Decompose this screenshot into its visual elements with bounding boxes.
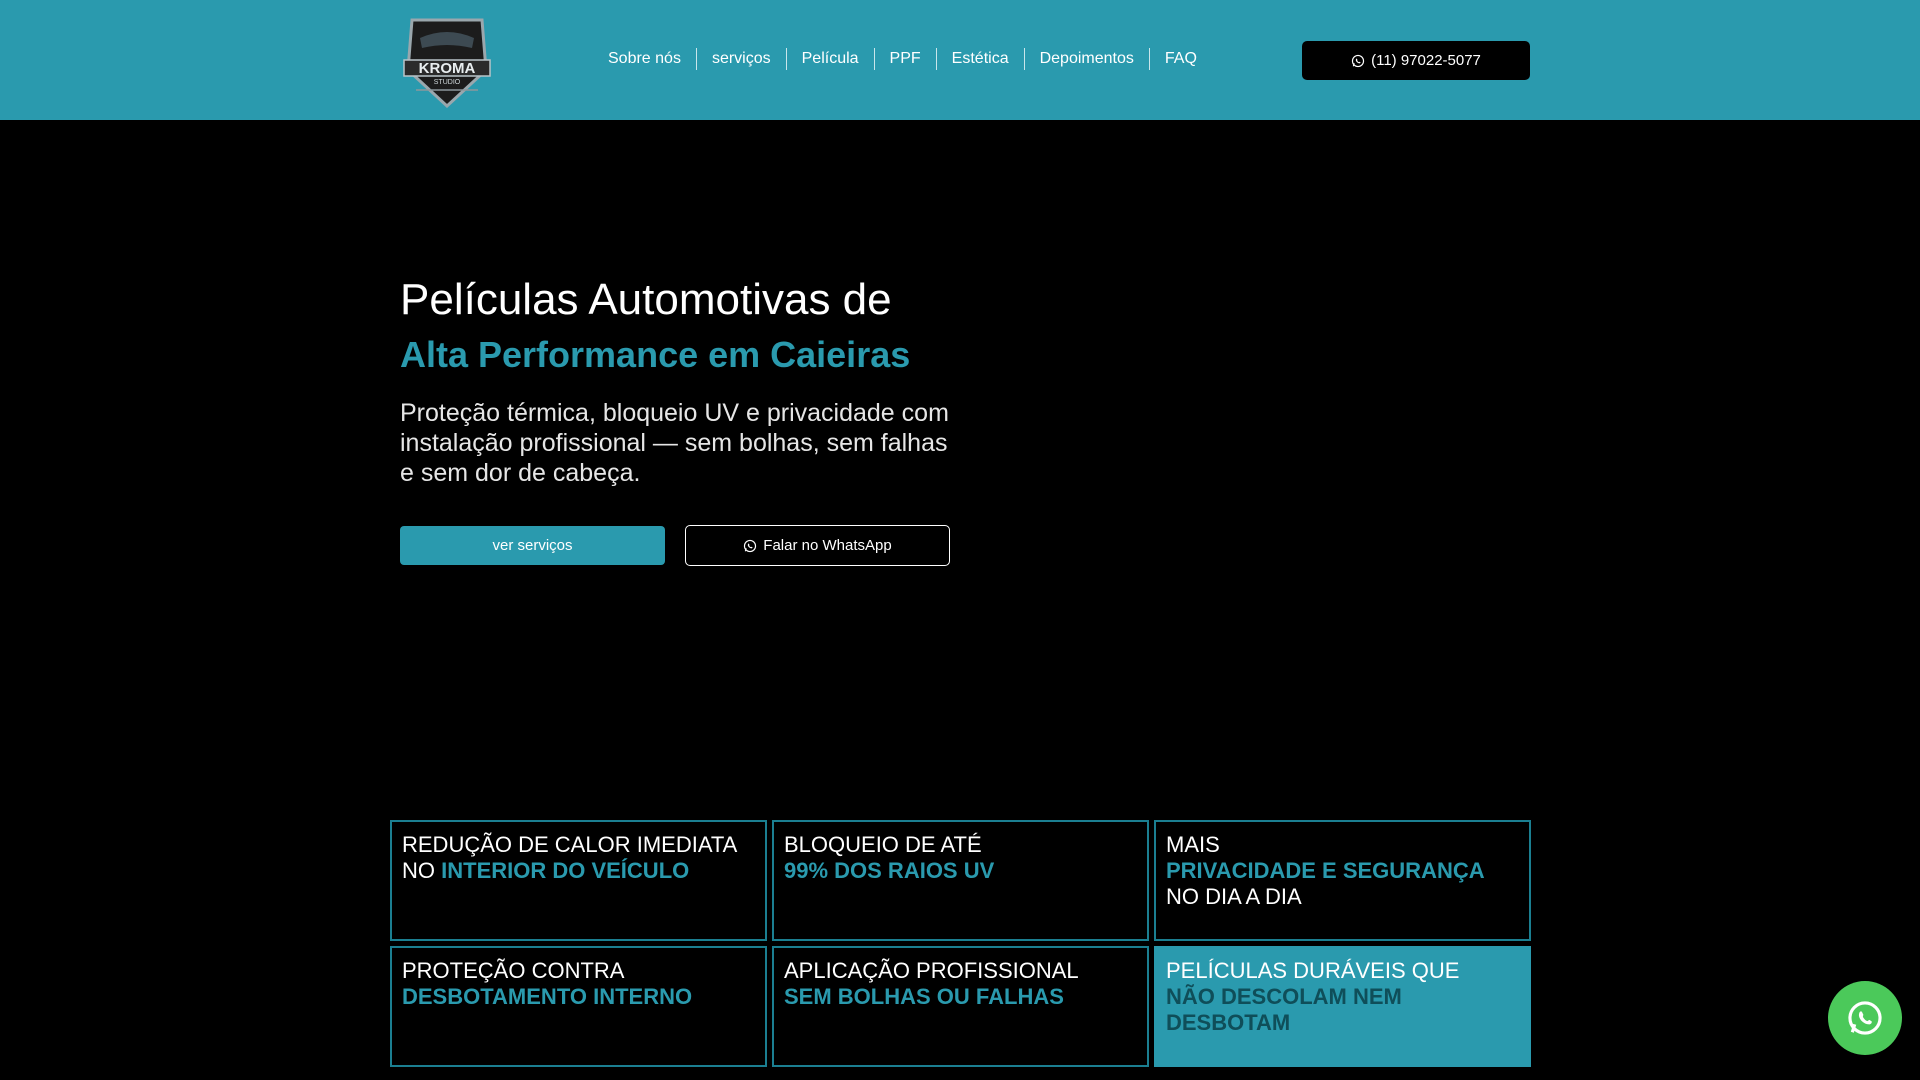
feature-highlight: 99% DOS RAIOS UV xyxy=(784,858,995,883)
feature-highlight: SEM BOLHAS OU FALHAS xyxy=(784,984,1064,1009)
logo-subtitle: STUDIO xyxy=(434,79,461,86)
hero-title-highlight: Alta Performance em Caieiras xyxy=(400,334,911,375)
whatsapp-cta-button[interactable]: Falar no WhatsApp xyxy=(685,525,950,566)
phone-number: (11) 97022-5077 xyxy=(1371,52,1481,69)
nav-item-depoimentos[interactable]: Depoimentos xyxy=(1023,48,1149,70)
nav-item-sobre-nos[interactable]: Sobre nós xyxy=(593,48,696,70)
feature-card-fading-protection: PROTEÇÃO CONTRA DESBOTAMENTO INTERNO xyxy=(390,946,767,1067)
feature-highlight: PRIVACIDADE E SEGURANÇA xyxy=(1166,858,1485,883)
nav-item-servicos[interactable]: serviços xyxy=(695,48,786,70)
nav-item-faq[interactable]: FAQ xyxy=(1148,48,1212,70)
feature-highlight: INTERIOR DO VEÍCULO xyxy=(441,858,690,883)
feature-highlight: DESBOTAMENTO INTERNO xyxy=(402,984,693,1009)
shield-logo-icon: KROMA STUDIO xyxy=(403,18,491,109)
feature-text: PELÍCULAS DURÁVEIS QUE xyxy=(1166,958,1460,983)
feature-text: PROTEÇÃO CONTRA xyxy=(402,958,625,983)
feature-text-end: NO DIA A DIA xyxy=(1166,884,1302,909)
phone-whatsapp-button[interactable]: (11) 97022-5077 xyxy=(1302,41,1530,80)
site-header: KROMA STUDIO Sobre nós serviços Película… xyxy=(0,0,1920,120)
hero-title: Películas Automotivas de xyxy=(400,275,892,324)
feature-text: BLOQUEIO DE ATÉ xyxy=(784,832,982,857)
whatsapp-cta-label: Falar no WhatsApp xyxy=(763,537,892,554)
feature-card-privacy: MAIS PRIVACIDADE E SEGURANÇA NO DIA A DI… xyxy=(1154,820,1531,941)
feature-text: APLICAÇÃO PROFISSIONAL xyxy=(784,958,1079,983)
feature-text: MAIS xyxy=(1166,832,1220,857)
feature-card-professional-application: APLICAÇÃO PROFISSIONAL SEM BOLHAS OU FAL… xyxy=(772,946,1149,1067)
view-services-button[interactable]: ver serviços xyxy=(400,526,665,565)
feature-card-heat-reduction: REDUÇÃO DE CALOR IMEDIATA NO INTERIOR DO… xyxy=(390,820,767,941)
logo-wordmark: KROMA xyxy=(419,60,476,77)
feature-card-uv-block: BLOQUEIO DE ATÉ 99% DOS RAIOS UV xyxy=(772,820,1149,941)
whatsapp-icon xyxy=(1351,54,1365,67)
brand-logo[interactable]: KROMA STUDIO xyxy=(402,14,492,109)
whatsapp-icon xyxy=(744,539,757,552)
nav-item-ppf[interactable]: PPF xyxy=(873,48,936,70)
main-nav: Sobre nós serviços Película PPF Estética… xyxy=(593,48,1212,70)
feature-card-durability: PELÍCULAS DURÁVEIS QUE NÃO DESCOLAM NEM … xyxy=(1154,946,1531,1067)
nav-item-estetica[interactable]: Estética xyxy=(935,48,1024,70)
whatsapp-icon xyxy=(1848,1001,1882,1035)
nav-item-pelicula[interactable]: Película xyxy=(785,48,874,70)
hero-subtitle: Proteção térmica, bloqueio UV e privacid… xyxy=(400,399,949,487)
feature-cards: REDUÇÃO DE CALOR IMEDIATA NO INTERIOR DO… xyxy=(390,820,1531,1067)
feature-highlight: NÃO DESCOLAM NEM DESBOTAM xyxy=(1166,984,1402,1035)
floating-whatsapp-button[interactable] xyxy=(1828,981,1902,1055)
